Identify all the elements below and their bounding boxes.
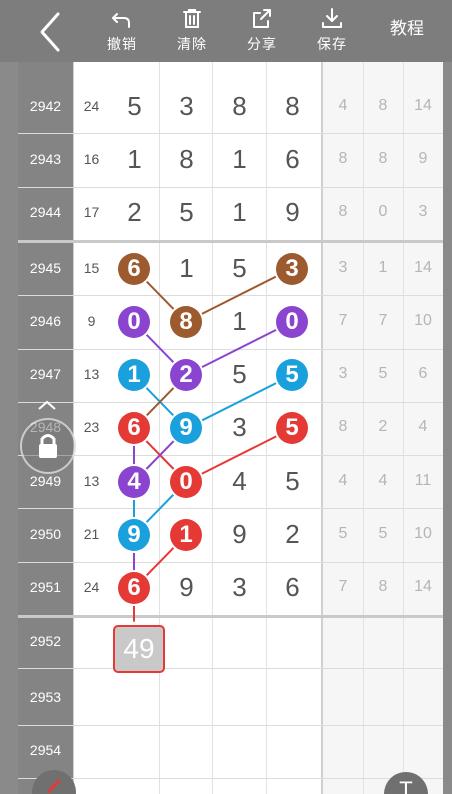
highlight-ball[interactable]: 8 (170, 305, 202, 338)
chart-grid: 2942 24 5 3 8 8 4 8 14 2943 16 1 8 1 6 8 8 9 2944 17 2 5 1 9 8 0 3… (0, 0, 452, 794)
clear-label: 清除 (177, 36, 207, 52)
pen-button[interactable] (32, 770, 76, 794)
trend-lines (133, 267, 293, 622)
prediction-box[interactable]: 49 (113, 625, 165, 673)
save-button[interactable]: 保存 (300, 0, 364, 62)
trash-icon (183, 9, 201, 28)
trend-line (185, 427, 293, 483)
trend-line (185, 320, 293, 377)
highlight-ball[interactable]: 0 (276, 305, 308, 338)
highlight-ball[interactable]: 4 (118, 465, 150, 498)
share-button[interactable]: 分享 (230, 0, 294, 62)
trend-line (185, 267, 293, 323)
tutorial-button[interactable]: 教程 (372, 0, 442, 62)
undo-label: 撤销 (107, 36, 137, 52)
share-label: 分享 (247, 36, 277, 52)
highlight-ball[interactable]: 2 (170, 359, 202, 392)
chevron-left-icon (40, 12, 60, 52)
highlight-ball[interactable]: 3 (276, 252, 308, 285)
undo-button[interactable]: 撤销 (90, 0, 154, 62)
pen-icon (46, 778, 62, 794)
back-button[interactable] (0, 0, 70, 62)
chevron-up-icon[interactable] (36, 398, 58, 412)
download-icon (322, 8, 342, 28)
highlight-ball[interactable]: 5 (276, 359, 308, 392)
app-root: 2942 24 5 3 8 8 4 8 14 2943 16 1 8 1 6 8 8 9 2944 17 2 5 1 9 8 0 3… (0, 0, 452, 794)
clear-button[interactable]: 清除 (160, 0, 224, 62)
trend-line (185, 374, 293, 430)
lock-icon (39, 434, 57, 458)
highlight-ball[interactable]: 9 (118, 519, 150, 552)
lock-button[interactable] (20, 418, 76, 474)
highlight-ball[interactable]: 1 (118, 359, 150, 392)
toolbar: 撤销 清除 分享 保存 教程 (0, 0, 452, 62)
undo-icon (112, 13, 130, 28)
highlight-ball[interactable]: 6 (118, 252, 150, 285)
share-icon (253, 9, 271, 28)
highlight-ball[interactable]: 0 (118, 305, 150, 338)
save-label: 保存 (317, 36, 347, 52)
highlight-ball[interactable]: 1 (170, 519, 202, 552)
highlight-ball[interactable]: 0 (170, 465, 202, 498)
